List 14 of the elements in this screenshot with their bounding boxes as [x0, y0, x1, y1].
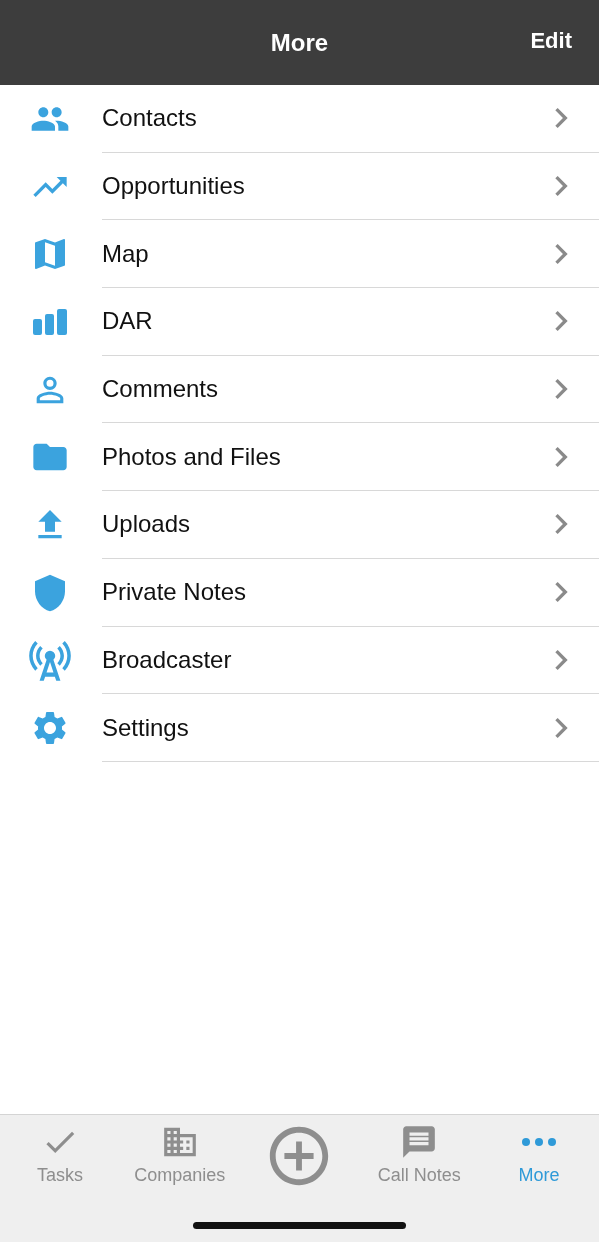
menu-item[interactable]: Broadcaster — [102, 645, 541, 674]
menu-item[interactable]: Opportunities — [102, 172, 541, 201]
menu-item[interactable]: Map — [102, 239, 541, 268]
menu-item[interactable]: Photos and Files — [102, 442, 541, 471]
more-icon — [522, 1138, 557, 1146]
menu-item[interactable]: Settings — [102, 713, 541, 742]
menu-item[interactable]: Contacts — [102, 104, 541, 133]
menu-item[interactable]: Uploads — [102, 510, 541, 539]
edit-button[interactable]: Edit — [528, 26, 574, 56]
menu-item[interactable]: Comments — [102, 375, 541, 404]
menu-item[interactable]: DAR — [102, 307, 541, 336]
screen-title: More — [270, 28, 329, 57]
bar-chart-icon — [33, 308, 67, 335]
menu-item[interactable]: Private Notes — [102, 578, 541, 607]
